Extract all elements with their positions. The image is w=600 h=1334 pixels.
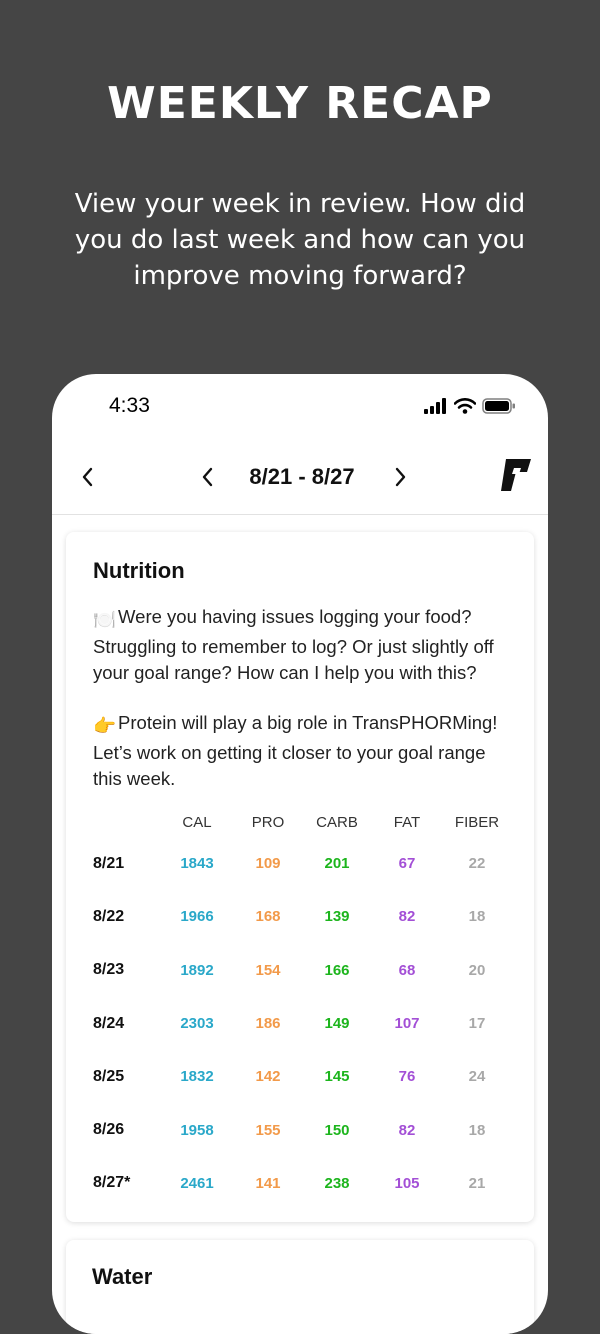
row-date: 8/21: [93, 854, 125, 872]
fat-value: 67: [398, 855, 416, 873]
fiber-value: 22: [468, 855, 486, 873]
column-header-carb: CARB: [316, 813, 358, 831]
wifi-icon: [453, 398, 477, 418]
next-week-button[interactable]: [386, 462, 416, 492]
cellular-signal-icon: [424, 398, 448, 418]
pointing-hand-icon: 👉: [93, 715, 117, 736]
chevron-left-icon: [82, 467, 93, 487]
nutrition-title: Nutrition: [93, 558, 185, 583]
carb-value: 149: [324, 1015, 350, 1033]
nutrition-paragraph-protein: 👉 Protein will play a big role in TransPH…: [93, 710, 513, 793]
nutrition-paragraph-logging: 🍽️ Were you having issues logging your fo…: [93, 604, 513, 687]
fiber-value: 17: [468, 1015, 486, 1033]
fiber-value: 21: [468, 1174, 486, 1192]
table-row: 8/21 1843 109 201 67 22: [93, 837, 509, 890]
row-date: 8/27*: [93, 1174, 131, 1192]
column-header-fat: FAT: [393, 813, 421, 831]
status-time: 4:33: [109, 394, 150, 417]
row-date: 8/23: [93, 961, 125, 979]
nutrition-card: Nutrition 🍽️ Were you having issues loggi…: [66, 532, 534, 1222]
cal-value: 1966: [180, 908, 214, 926]
column-header-date: [93, 807, 163, 837]
chevron-right-icon: [395, 467, 406, 487]
status-icons: [424, 398, 516, 418]
fiber-value: 18: [468, 908, 486, 926]
pro-value: 109: [255, 855, 281, 873]
fat-value: 76: [398, 1068, 416, 1086]
water-title: Water: [92, 1264, 153, 1289]
date-range: 8/21 - 8/27: [249, 464, 355, 489]
column-header-pro: PRO: [251, 813, 285, 831]
water-card: Water: [66, 1240, 534, 1334]
pro-value: 155: [255, 1121, 281, 1139]
previous-week-button[interactable]: [192, 462, 222, 492]
cal-value: 2461: [180, 1174, 214, 1192]
fiber-value: 20: [468, 961, 486, 979]
carb-value: 145: [324, 1068, 350, 1086]
cal-value: 2303: [180, 1015, 214, 1033]
carb-value: 238: [324, 1174, 350, 1192]
pro-value: 142: [255, 1068, 281, 1086]
paragraph-text: Were you having issues logging your food…: [93, 606, 494, 683]
fat-value: 82: [398, 1121, 416, 1139]
table-row: 8/23 1892 154 166 68 20: [93, 944, 509, 997]
fat-value: 107: [394, 1015, 420, 1033]
fat-value: 82: [398, 908, 416, 926]
column-header-cal: CAL: [182, 813, 212, 831]
plate-icon: 🍽️: [93, 609, 117, 630]
row-date: 8/26: [93, 1121, 125, 1139]
cal-value: 1892: [180, 961, 214, 979]
table-row: 8/25 1832 142 145 76 24: [93, 1050, 509, 1103]
paragraph-text: Protein will play a big role in TransPHO…: [93, 712, 498, 789]
carb-value: 139: [324, 908, 350, 926]
back-button[interactable]: [72, 462, 102, 492]
hero-subtitle: View your week in review. How did you do…: [74, 189, 526, 291]
pro-value: 168: [255, 908, 281, 926]
cal-value: 1958: [180, 1121, 214, 1139]
carb-value: 150: [324, 1121, 350, 1139]
week-nav-bar: 8/21 - 8/27: [52, 444, 548, 515]
brand-logo-icon: [500, 458, 532, 496]
phone-frame: 4:33 8/21 - 8/27 Nutrition 🍽️ Were you h…: [52, 374, 548, 1334]
table-row: 8/26 1958 155 150 82 18: [93, 1103, 509, 1156]
column-header-fiber: FIBER: [454, 813, 500, 831]
carb-value: 201: [324, 855, 350, 873]
cal-value: 1843: [180, 855, 214, 873]
hero-title: WEEKLY RECAP: [107, 78, 493, 129]
macros-table: CAL PRO CARB FAT FIBER 8/21 1843 109 201…: [93, 807, 509, 1210]
row-date: 8/22: [93, 907, 125, 925]
table-row: 8/24 2303 186 149 107 17: [93, 997, 509, 1050]
cal-value: 1832: [180, 1068, 214, 1086]
table-row: 8/22 1966 168 139 82 18: [93, 890, 509, 943]
fat-value: 105: [394, 1174, 420, 1192]
row-date: 8/25: [93, 1067, 125, 1085]
pro-value: 141: [255, 1174, 281, 1192]
chevron-left-icon: [202, 467, 213, 487]
carb-value: 166: [324, 961, 350, 979]
row-date: 8/24: [93, 1014, 125, 1032]
fiber-value: 18: [468, 1121, 486, 1139]
battery-icon: [482, 398, 516, 418]
table-header-row: CAL PRO CARB FAT FIBER: [93, 807, 509, 837]
pro-value: 154: [255, 961, 281, 979]
fiber-value: 24: [468, 1068, 486, 1086]
fat-value: 68: [398, 961, 416, 979]
pro-value: 186: [255, 1015, 281, 1033]
table-row: 8/27* 2461 141 238 105 21: [93, 1157, 509, 1210]
